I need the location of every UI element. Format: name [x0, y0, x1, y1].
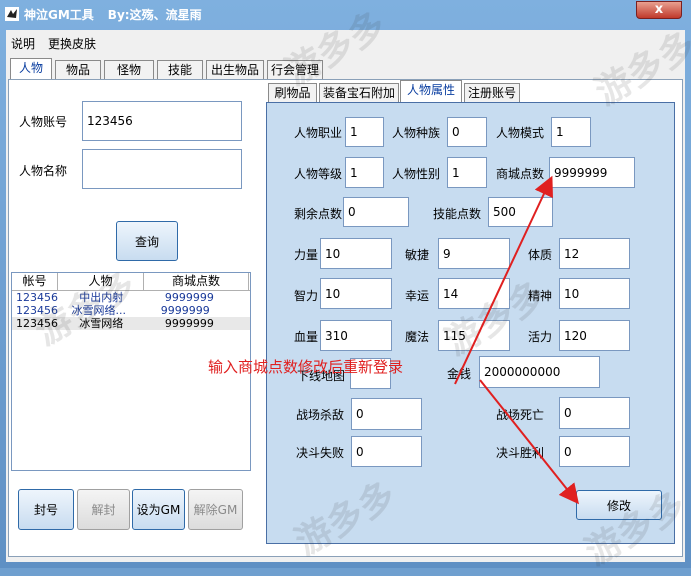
annotation-text: 输入商城点数修改后重新登录: [208, 358, 404, 376]
arrow-to-modify: [479, 379, 579, 505]
arrow-overlay: [454, 175, 579, 505]
arrow-to-points: [454, 175, 553, 385]
